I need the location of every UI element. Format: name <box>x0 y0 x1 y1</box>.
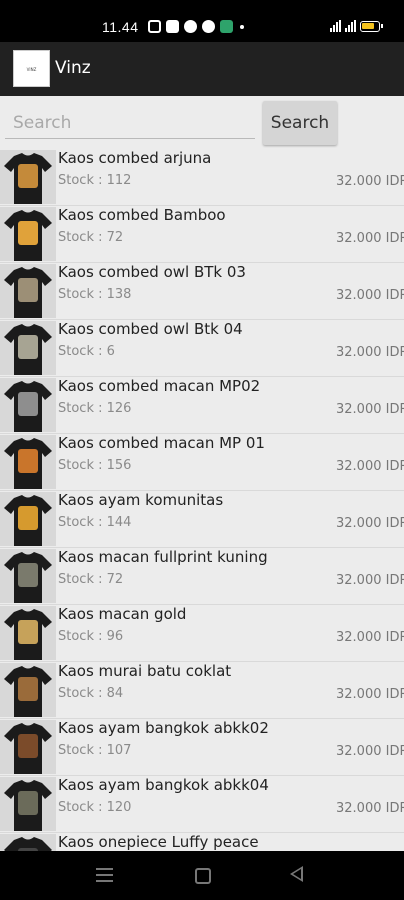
product-thumbnail <box>0 720 56 774</box>
product-stock: Stock : 156 <box>58 458 132 473</box>
messenger-icon <box>184 20 197 33</box>
product-name: Kaos ayam bangkok abkk04 <box>58 776 269 794</box>
product-name: Kaos macan fullprint kuning <box>58 548 268 566</box>
product-thumbnail <box>0 834 56 851</box>
product-thumbnail <box>0 549 56 603</box>
product-stock: Stock : 6 <box>58 344 115 359</box>
product-stock: Stock : 120 <box>58 800 132 815</box>
product-price: 32.000 IDR <box>336 231 404 246</box>
product-name: Kaos murai batu coklat <box>58 662 232 680</box>
product-price: 32.000 IDR <box>336 573 404 588</box>
back-icon[interactable] <box>290 866 303 882</box>
status-bar: 11.44 <box>0 0 404 42</box>
product-name: Kaos macan gold <box>58 605 187 623</box>
product-thumbnail <box>0 378 56 432</box>
product-price: 32.000 IDR <box>336 687 404 702</box>
app-title: Vinz <box>55 58 91 78</box>
product-row[interactable]: Kaos combed arjuna Stock : 112 32.000 IDR <box>0 149 404 206</box>
product-row[interactable]: Kaos combed macan MP02 Stock : 126 32.000 … <box>0 377 404 434</box>
product-price: 32.000 IDR <box>336 288 404 303</box>
product-price: 32.000 IDR <box>336 516 404 531</box>
cell-signal-icon <box>345 20 356 32</box>
product-row[interactable]: Kaos combed owl BTk 03 Stock : 138 32.000 … <box>0 263 404 320</box>
product-stock: Stock : 84 <box>58 686 124 701</box>
home-icon[interactable] <box>195 868 211 884</box>
product-row[interactable]: Kaos onepiece Luffy peace <box>0 833 404 851</box>
product-row[interactable]: Kaos combed Bamboo Stock : 72 32.000 IDR <box>0 206 404 263</box>
facebook-icon <box>202 20 215 33</box>
product-price: 32.000 IDR <box>336 801 404 816</box>
product-thumbnail <box>0 492 56 546</box>
product-thumbnail <box>0 321 56 375</box>
product-row[interactable]: Kaos murai batu coklat Stock : 84 32.000 I… <box>0 662 404 719</box>
product-name: Kaos ayam bangkok abkk02 <box>58 719 269 737</box>
product-thumbnail <box>0 150 56 204</box>
product-stock: Stock : 112 <box>58 173 132 188</box>
app-icon <box>220 20 233 33</box>
product-name: Kaos combed macan MP 01 <box>58 434 265 452</box>
product-price: 32.000 IDR <box>336 402 404 417</box>
product-name: Kaos combed arjuna <box>58 149 212 167</box>
product-thumbnail <box>0 207 56 261</box>
product-thumbnail <box>0 606 56 660</box>
product-thumbnail <box>0 663 56 717</box>
product-stock: Stock : 144 <box>58 515 132 530</box>
product-row[interactable]: Kaos ayam bangkok abkk02 Stock : 107 32.00… <box>0 719 404 776</box>
product-stock: Stock : 126 <box>58 401 132 416</box>
product-thumbnail <box>0 777 56 831</box>
product-row[interactable]: Kaos ayam komunitas Stock : 144 32.000 IDR <box>0 491 404 548</box>
product-name: Kaos combed macan MP02 <box>58 377 261 395</box>
product-price: 32.000 IDR <box>336 459 404 474</box>
product-row[interactable]: Kaos ayam bangkok abkk04 Stock : 120 32.00… <box>0 776 404 833</box>
product-stock: Stock : 72 <box>58 230 124 245</box>
notification-icons <box>148 20 244 33</box>
product-thumbnail <box>0 435 56 489</box>
battery-icon <box>360 21 383 32</box>
product-price: 32.000 IDR <box>336 630 404 645</box>
product-list[interactable]: Kaos combed arjuna Stock : 112 32.000 IDR K… <box>0 149 404 851</box>
product-name: Kaos combed owl Btk 04 <box>58 320 243 338</box>
dot-icon <box>240 25 244 29</box>
product-name: Kaos ayam komunitas <box>58 491 224 509</box>
search-input[interactable] <box>5 107 255 139</box>
product-stock: Stock : 107 <box>58 743 132 758</box>
product-thumbnail <box>0 264 56 318</box>
product-price: 32.000 IDR <box>336 345 404 360</box>
product-stock: Stock : 72 <box>58 572 124 587</box>
product-name: Kaos onepiece Luffy peace <box>58 833 259 851</box>
system-icons <box>330 20 383 32</box>
wifi-signal-icon <box>330 20 341 32</box>
instagram-icon <box>148 20 161 33</box>
product-stock: Stock : 96 <box>58 629 124 644</box>
bag-icon <box>166 20 179 33</box>
product-name: Kaos combed owl BTk 03 <box>58 263 246 281</box>
status-time: 11.44 <box>102 19 139 35</box>
search-button[interactable]: Search <box>263 101 337 145</box>
product-row[interactable]: Kaos combed owl Btk 04 Stock : 6 32.000 ID… <box>0 320 404 377</box>
app-logo: VINZ <box>13 50 50 87</box>
product-stock: Stock : 138 <box>58 287 132 302</box>
menu-icon[interactable] <box>96 868 113 886</box>
product-row[interactable]: Kaos macan gold Stock : 96 32.000 IDR <box>0 605 404 662</box>
product-name: Kaos combed Bamboo <box>58 206 226 224</box>
product-price: 32.000 IDR <box>336 744 404 759</box>
product-row[interactable]: Kaos combed macan MP 01 Stock : 156 32.000… <box>0 434 404 491</box>
product-price: 32.000 IDR <box>336 174 404 189</box>
product-row[interactable]: Kaos macan fullprint kuning Stock : 72 32.… <box>0 548 404 605</box>
